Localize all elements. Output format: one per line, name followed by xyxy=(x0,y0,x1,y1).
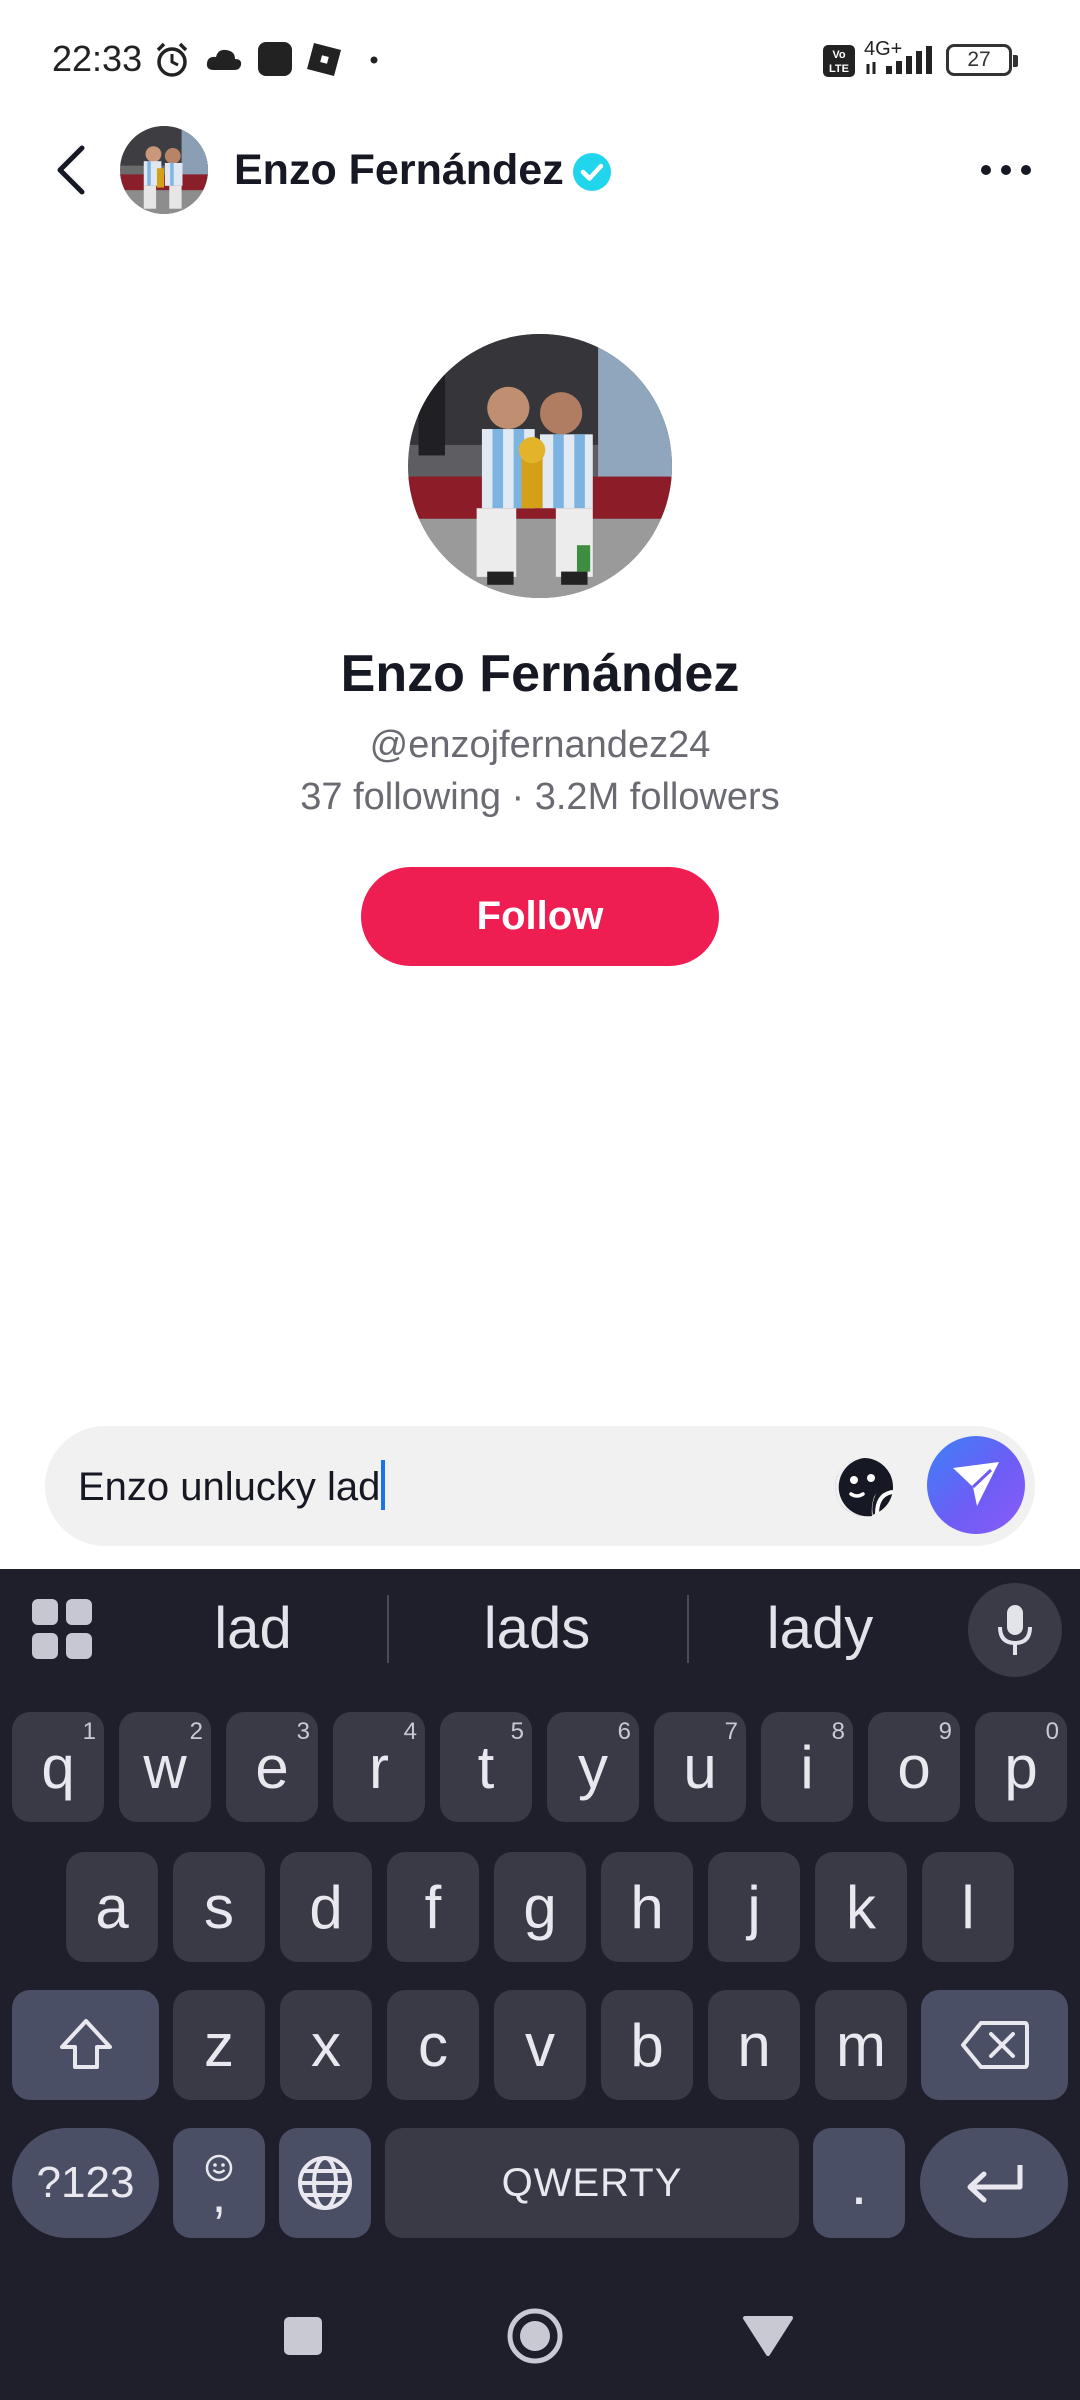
message-input[interactable]: Enzo unlucky lad xyxy=(78,1460,386,1510)
alarm-icon xyxy=(156,42,188,77)
key-i[interactable]: i8 xyxy=(761,1712,853,1822)
enter-key[interactable] xyxy=(920,2128,1068,2238)
chat-header: Enzo Fernández xyxy=(0,120,1080,220)
key-f[interactable]: f xyxy=(387,1852,479,1962)
more-options-button[interactable] xyxy=(966,140,1046,200)
more-horizontal-icon xyxy=(981,165,991,175)
send-icon xyxy=(953,1462,999,1506)
key-l[interactable]: l xyxy=(922,1852,1014,1962)
triangle-down-icon xyxy=(743,2316,793,2356)
status-time: 22:33 xyxy=(52,38,143,79)
back-button[interactable] xyxy=(40,138,104,202)
sticker-button[interactable] xyxy=(833,1456,895,1518)
suggestion-divider xyxy=(687,1595,689,1663)
key-h[interactable]: h xyxy=(601,1852,693,1962)
keyboard-apps-button[interactable] xyxy=(32,1599,92,1659)
globe-icon xyxy=(298,2156,352,2210)
enter-arrow-icon xyxy=(967,2165,1023,2203)
square-icon xyxy=(284,2317,322,2355)
system-navigation-bar xyxy=(0,2268,1080,2400)
key-n[interactable]: n xyxy=(708,1990,800,2100)
key-z[interactable]: z xyxy=(173,1990,265,2100)
suggestion-1[interactable]: lad xyxy=(128,1595,378,1662)
more-notifications-dot-icon xyxy=(370,56,378,64)
back-nav-button[interactable] xyxy=(738,2306,798,2366)
key-v[interactable]: v xyxy=(494,1990,586,2100)
language-key[interactable] xyxy=(279,2128,371,2238)
signal-icon xyxy=(866,46,932,74)
key-m[interactable]: m xyxy=(815,1990,907,2100)
key-r[interactable]: r4 xyxy=(333,1712,425,1822)
key-c[interactable]: c xyxy=(387,1990,479,2100)
backspace-key[interactable] xyxy=(921,1990,1068,2100)
app-notification-icon xyxy=(258,42,292,76)
suggestion-bar: lad lads lady xyxy=(0,1569,1080,1689)
key-a[interactable]: a xyxy=(66,1852,158,1962)
battery-indicator: 27 xyxy=(946,44,1018,76)
key-j[interactable]: j xyxy=(708,1852,800,1962)
message-input-text: Enzo unlucky lad xyxy=(78,1465,381,1509)
volte-icon: Vo LTE xyxy=(823,45,855,77)
shift-arrow-icon xyxy=(59,2019,112,2069)
recents-button[interactable] xyxy=(273,2306,333,2366)
svg-text:Vo: Vo xyxy=(832,49,846,61)
suggestion-2[interactable]: lads xyxy=(412,1595,662,1662)
shift-key[interactable] xyxy=(12,1990,159,2100)
home-button[interactable] xyxy=(505,2306,565,2366)
profile-photo xyxy=(120,126,208,214)
space-key[interactable]: QWERTY xyxy=(385,2128,799,2238)
symbols-key[interactable]: ?123 xyxy=(12,2128,159,2238)
grid-icon xyxy=(32,1599,58,1625)
suggestion-divider xyxy=(387,1595,389,1663)
key-x[interactable]: x xyxy=(280,1990,372,2100)
message-composer[interactable]: Enzo unlucky lad xyxy=(45,1426,1035,1546)
profile-photo-large xyxy=(408,334,672,598)
roblox-icon xyxy=(307,43,341,76)
period-key[interactable]: . xyxy=(813,2128,905,2238)
key-g[interactable]: g xyxy=(494,1852,586,1962)
text-cursor xyxy=(381,1460,386,1510)
key-p[interactable]: p0 xyxy=(975,1712,1067,1822)
follow-button[interactable]: Follow xyxy=(361,867,719,966)
svg-text:LTE: LTE xyxy=(829,63,849,75)
send-button[interactable] xyxy=(927,1436,1025,1534)
voice-input-button[interactable] xyxy=(968,1583,1062,1677)
key-s[interactable]: s xyxy=(173,1852,265,1962)
status-bar: 22:33 Vo LTE 4G+ 27 xyxy=(0,0,1080,120)
home-circle-icon xyxy=(507,2308,563,2364)
emoji-comma-key[interactable]: , xyxy=(173,2128,265,2238)
profile-name: Enzo Fernández xyxy=(340,645,740,703)
key-b[interactable]: b xyxy=(601,1990,693,2100)
sticker-face-icon xyxy=(835,1458,894,1517)
microphone-icon xyxy=(998,1605,1032,1655)
profile-stats: 37 following · 3.2M followers xyxy=(300,776,780,818)
key-w[interactable]: w2 xyxy=(119,1712,211,1822)
key-q[interactable]: q1 xyxy=(12,1712,104,1822)
header-username[interactable]: Enzo Fernández xyxy=(234,146,564,195)
backspace-icon xyxy=(960,2021,1029,2069)
key-o[interactable]: o9 xyxy=(868,1712,960,1822)
comma-label: , xyxy=(211,2166,227,2224)
key-t[interactable]: t5 xyxy=(440,1712,532,1822)
verified-badge-icon xyxy=(573,153,611,191)
profile-avatar[interactable] xyxy=(408,334,672,598)
key-e[interactable]: e3 xyxy=(226,1712,318,1822)
suggestion-3[interactable]: lady xyxy=(695,1595,945,1662)
key-u[interactable]: u7 xyxy=(654,1712,746,1822)
header-avatar[interactable] xyxy=(120,126,208,214)
key-k[interactable]: k xyxy=(815,1852,907,1962)
profile-handle: @enzojfernandez24 xyxy=(369,724,711,766)
cloud-icon xyxy=(206,49,242,70)
chevron-left-icon xyxy=(57,145,85,195)
key-d[interactable]: d xyxy=(280,1852,372,1962)
key-y[interactable]: y6 xyxy=(547,1712,639,1822)
